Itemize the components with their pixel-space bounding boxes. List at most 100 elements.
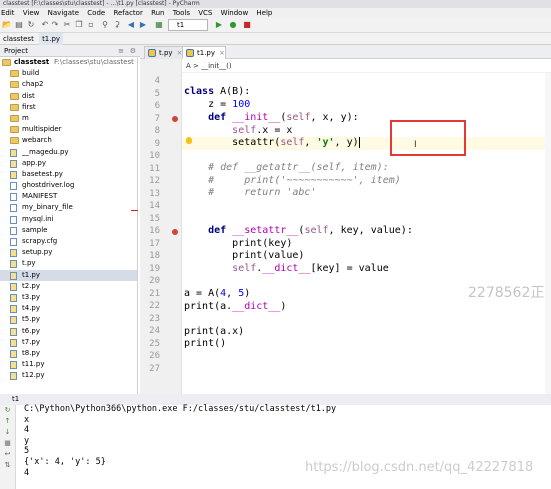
tree-item[interactable]: sample — [0, 225, 137, 236]
override-icon[interactable] — [172, 229, 178, 235]
breadcrumb-project[interactable]: classtest — [0, 33, 37, 45]
tree-item[interactable]: t6.py — [0, 326, 137, 337]
pin-icon[interactable]: ⇅ — [0, 460, 15, 471]
line-number: 5 — [154, 88, 160, 99]
cut-icon[interactable]: ✂ — [62, 20, 72, 30]
open-icon[interactable]: 📂 — [2, 20, 12, 30]
tree-item[interactable]: t2.py — [0, 281, 137, 292]
tree-item[interactable]: app.py — [0, 158, 137, 169]
lightbulb-icon[interactable] — [186, 137, 192, 144]
close-icon[interactable]: × — [219, 49, 225, 57]
menu-view[interactable]: View — [23, 9, 40, 17]
folder-icon — [10, 126, 19, 134]
folder-icon — [10, 70, 19, 78]
tree-item[interactable]: MANIFEST — [0, 191, 137, 202]
tree-item[interactable]: t.py — [0, 258, 137, 269]
tree-item[interactable]: m — [0, 113, 137, 124]
run-panel-toolbar: ↻ ↑ ↓ ■ ↩ ⇅ — [0, 405, 16, 489]
code-line: print(a.__dict__) — [184, 301, 287, 312]
line-number: 25 — [149, 338, 160, 349]
collapse-icon[interactable]: ≡ — [118, 45, 124, 57]
code-line: # def __getattr__(self, item): — [208, 162, 389, 173]
paste-icon[interactable]: ▫ — [86, 20, 96, 30]
debug-icon[interactable]: ● — [228, 20, 238, 30]
tree-root[interactable]: classtest F:\classes\stu\classtest — [0, 57, 137, 68]
tree-item[interactable]: t3.py — [0, 292, 137, 303]
tree-item[interactable]: dist — [0, 91, 137, 102]
project-panel-header[interactable]: Project ⚙ ≡ — [0, 45, 140, 57]
tree-item[interactable]: webarch — [0, 135, 137, 146]
menu-window[interactable]: Window — [221, 9, 249, 17]
run-icon[interactable]: ▶ — [214, 20, 224, 30]
folder-icon — [10, 103, 19, 111]
menu-run[interactable]: Run — [151, 9, 164, 17]
tree-item[interactable]: build — [0, 68, 137, 79]
window-title: classtest [F:\classes\stu\classtest] - .… — [0, 0, 551, 8]
line-number: 6 — [154, 101, 160, 111]
menu-navigate[interactable]: Navigate — [48, 9, 79, 17]
console-line: C:\Python\Python366\python.exe F:/classe… — [24, 404, 337, 414]
menu-vcs[interactable]: VCS — [198, 9, 212, 17]
wrap-icon[interactable]: ↩ — [0, 449, 15, 460]
menu-tools[interactable]: Tools — [173, 9, 190, 17]
forward-icon[interactable]: ▶ — [138, 20, 148, 30]
redo-icon[interactable]: ↷ — [50, 20, 60, 30]
console-line: {'x': 4, 'y': 5} — [24, 457, 106, 467]
tree-item[interactable]: scrapy.cfg — [0, 236, 137, 247]
tree-item[interactable]: my_binary_file — [0, 202, 137, 213]
run-config-select[interactable]: t1 — [168, 19, 208, 31]
stop-icon[interactable]: ■ — [0, 438, 15, 449]
line-number: 19 — [149, 263, 160, 274]
find-icon[interactable]: ⚲ — [100, 20, 110, 30]
rerun-icon[interactable]: ↻ — [0, 405, 15, 416]
editor-breadcrumb[interactable]: A > __init__() — [182, 59, 551, 73]
tree-item[interactable]: t5.py — [0, 314, 137, 325]
code-line: self.__dict__[key] = value — [232, 263, 389, 274]
tree-item[interactable]: chap2 — [0, 79, 137, 90]
python-file-icon — [10, 170, 17, 179]
line-number: 23 — [149, 313, 160, 324]
annotation-box — [390, 120, 466, 156]
menu-refactor[interactable]: Refactor — [113, 9, 142, 17]
tree-item[interactable]: t8.py — [0, 348, 137, 359]
copy-icon[interactable]: ❐ — [74, 20, 84, 30]
tree-item[interactable]: t12.py — [0, 370, 137, 381]
tree-item[interactable]: t4.py — [0, 303, 137, 314]
undo-icon[interactable]: ↶ — [40, 20, 50, 30]
tree-item[interactable]: first — [0, 102, 137, 113]
sync-icon[interactable]: ↻ — [26, 20, 36, 30]
code-line: self.x = x — [232, 125, 293, 136]
tab-t-py[interactable]: t.py × — [144, 46, 184, 59]
tree-item[interactable]: mysql.ini — [0, 214, 137, 225]
editor-scrollbar[interactable] — [545, 73, 551, 394]
tree-item[interactable]: t7.py — [0, 337, 137, 348]
stop-icon[interactable]: ■ — [242, 20, 252, 30]
gear-icon[interactable]: ⚙ — [130, 45, 136, 57]
menu-edit[interactable]: Edit — [1, 9, 15, 17]
watermark: https://blog.csdn.net/qq_42227818 — [305, 460, 534, 475]
replace-icon[interactable]: ⚳ — [112, 20, 122, 30]
code-line: a = A(4, 5) — [184, 288, 251, 299]
tree-item[interactable]: ghostdriver.log — [0, 180, 137, 191]
tree-item[interactable]: t1.py — [0, 269, 137, 281]
tree-item[interactable]: t11.py — [0, 359, 137, 370]
line-number: 15 — [149, 213, 160, 224]
breadcrumb-file[interactable]: t1.py — [39, 33, 64, 45]
menu-code[interactable]: Code — [87, 9, 105, 17]
save-icon[interactable]: ▤ — [14, 20, 24, 30]
up-icon[interactable]: ↑ — [0, 416, 15, 427]
tree-item[interactable]: basetest.py — [0, 169, 137, 180]
tab-t1-py[interactable]: t1.py × — [182, 46, 226, 59]
code-line: class A(B): — [184, 86, 251, 97]
tree-item[interactable]: setup.py — [0, 247, 137, 258]
down-icon[interactable]: ↓ — [0, 427, 15, 438]
line-number: 18 — [149, 251, 160, 261]
tree-item[interactable]: __magedu.py — [0, 147, 137, 158]
line-number: 10 — [149, 151, 160, 161]
menu-help[interactable]: Help — [256, 9, 272, 17]
code-line: z = 100 — [184, 99, 251, 110]
override-icon[interactable] — [172, 116, 178, 122]
build-icon[interactable]: ▦ — [154, 20, 164, 30]
tree-item[interactable]: multispider — [0, 124, 137, 135]
back-icon[interactable]: ◀ — [126, 20, 136, 30]
